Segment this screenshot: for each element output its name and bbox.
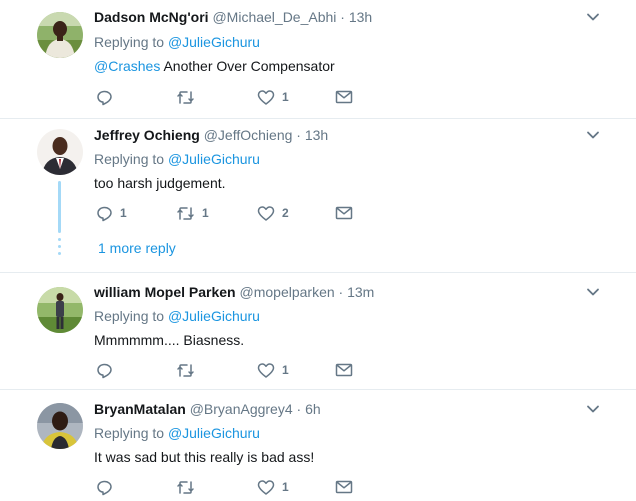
tweet-dadson[interactable]: Dadson McNg'ori @Michael_De_Abhi · 13h R… — [0, 0, 636, 118]
separator-dot: · — [296, 127, 301, 143]
more-replies-link[interactable]: 1 more reply — [98, 240, 176, 256]
retweet-button[interactable] — [176, 88, 202, 106]
replying-to-label: Replying to — [94, 425, 165, 441]
avatar[interactable] — [37, 403, 83, 449]
chevron-down-icon[interactable] — [585, 284, 601, 300]
retweet-button[interactable] — [176, 361, 202, 379]
timestamp[interactable]: 6h — [305, 401, 321, 417]
envelope-icon — [335, 89, 353, 105]
tweet-actions: 1 — [96, 88, 366, 106]
retweet-icon — [176, 89, 195, 106]
replying-to-label: Replying to — [94, 34, 165, 50]
avatar[interactable] — [37, 12, 83, 58]
replying-to-handle[interactable]: @JulieGichuru — [168, 425, 260, 441]
heart-icon — [257, 362, 275, 379]
dm-button[interactable] — [335, 361, 353, 379]
tweet-text: It was sad but this really is bad ass! — [94, 449, 315, 465]
tweet-actions: 1 — [96, 478, 366, 496]
dm-button[interactable] — [335, 88, 353, 106]
author-handle[interactable]: @Michael_De_Abhi — [212, 9, 336, 25]
dm-button[interactable] — [335, 478, 353, 496]
reply-count: 1 — [120, 206, 127, 220]
author-name[interactable]: william Mopel Parken — [94, 284, 236, 300]
author-handle[interactable]: @mopelparken — [240, 284, 335, 300]
heart-icon — [257, 89, 275, 106]
thread-dot — [58, 245, 61, 248]
chevron-down-icon[interactable] — [585, 9, 601, 25]
tweet-jeffrey[interactable]: Jeffrey Ochieng @JeffOchieng · 13h Reply… — [0, 119, 636, 272]
chevron-down-icon[interactable] — [585, 127, 601, 143]
reply-icon — [96, 362, 113, 379]
replying-to: Replying to @JulieGichuru — [94, 307, 260, 325]
chevron-down-icon[interactable] — [585, 401, 601, 417]
retweet-icon — [176, 205, 195, 222]
retweet-button[interactable]: 1 — [176, 204, 209, 222]
like-button[interactable]: 1 — [257, 478, 289, 496]
reply-icon — [96, 479, 113, 496]
heart-icon — [257, 479, 275, 496]
replying-to-label: Replying to — [94, 308, 165, 324]
tweet-text: Mmmmmm.... Biasness. — [94, 332, 245, 348]
like-button[interactable]: 2 — [257, 204, 289, 222]
reply-icon — [96, 89, 113, 106]
thread-dot — [58, 238, 61, 241]
tweet-header: BryanMatalan @BryanAggrey4 · 6h — [94, 400, 321, 418]
replying-to: Replying to @JulieGichuru — [94, 33, 260, 51]
tweet-actions: 1 — [96, 361, 366, 379]
tweet-body: Another Over Compensator — [163, 58, 335, 74]
like-button[interactable]: 1 — [257, 88, 289, 106]
retweet-icon — [176, 362, 195, 379]
author-name[interactable]: BryanMatalan — [94, 401, 186, 417]
separator-dot: · — [340, 9, 345, 25]
timestamp[interactable]: 13h — [305, 127, 328, 143]
reply-button[interactable] — [96, 361, 120, 379]
replying-to-label: Replying to — [94, 151, 165, 167]
replying-to-handle[interactable]: @JulieGichuru — [168, 34, 260, 50]
like-count: 1 — [282, 90, 289, 104]
replying-to-handle[interactable]: @JulieGichuru — [168, 308, 260, 324]
tweet-william[interactable]: william Mopel Parken @mopelparken · 13m … — [0, 273, 636, 389]
author-handle[interactable]: @JeffOchieng — [204, 127, 293, 143]
retweet-icon — [176, 479, 195, 496]
replying-to: Replying to @JulieGichuru — [94, 150, 260, 168]
replying-to: Replying to @JulieGichuru — [94, 424, 260, 442]
avatar[interactable] — [37, 287, 83, 333]
envelope-icon — [335, 479, 353, 495]
retweet-count: 1 — [202, 206, 209, 220]
tweet-bryan[interactable]: BryanMatalan @BryanAggrey4 · 6h Replying… — [0, 390, 636, 501]
tweet-header: Dadson McNg'ori @Michael_De_Abhi · 13h — [94, 8, 372, 26]
tweet-header: william Mopel Parken @mopelparken · 13m — [94, 283, 374, 301]
envelope-icon — [335, 205, 353, 221]
reply-button[interactable] — [96, 478, 120, 496]
reply-button[interactable] — [96, 88, 120, 106]
heart-icon — [257, 205, 275, 222]
separator-dot: · — [296, 401, 302, 417]
tweet-actions: 1 1 2 — [96, 204, 366, 222]
timestamp[interactable]: 13h — [349, 9, 372, 25]
thread-dot — [58, 252, 61, 255]
thread-line — [58, 181, 61, 233]
tweet-text: @Crashes Another Over Compensator — [94, 57, 335, 75]
reply-button[interactable]: 1 — [96, 204, 127, 222]
author-name[interactable]: Dadson McNg'ori — [94, 9, 209, 25]
reply-icon — [96, 205, 113, 222]
like-count: 1 — [282, 363, 289, 377]
tweet-text: too harsh judgement. — [94, 175, 226, 191]
retweet-button[interactable] — [176, 478, 202, 496]
envelope-icon — [335, 362, 353, 378]
dm-button[interactable] — [335, 204, 353, 222]
separator-dot: · — [338, 284, 344, 300]
like-count: 2 — [282, 206, 289, 220]
author-handle[interactable]: @BryanAggrey4 — [190, 401, 293, 417]
author-name[interactable]: Jeffrey Ochieng — [94, 127, 200, 143]
tweet-header: Jeffrey Ochieng @JeffOchieng · 13h — [94, 126, 328, 144]
avatar[interactable] — [37, 129, 83, 175]
replying-to-handle[interactable]: @JulieGichuru — [168, 151, 260, 167]
mention-link[interactable]: @Crashes — [94, 58, 160, 74]
timestamp[interactable]: 13m — [347, 284, 374, 300]
like-count: 1 — [282, 480, 289, 494]
like-button[interactable]: 1 — [257, 361, 289, 379]
